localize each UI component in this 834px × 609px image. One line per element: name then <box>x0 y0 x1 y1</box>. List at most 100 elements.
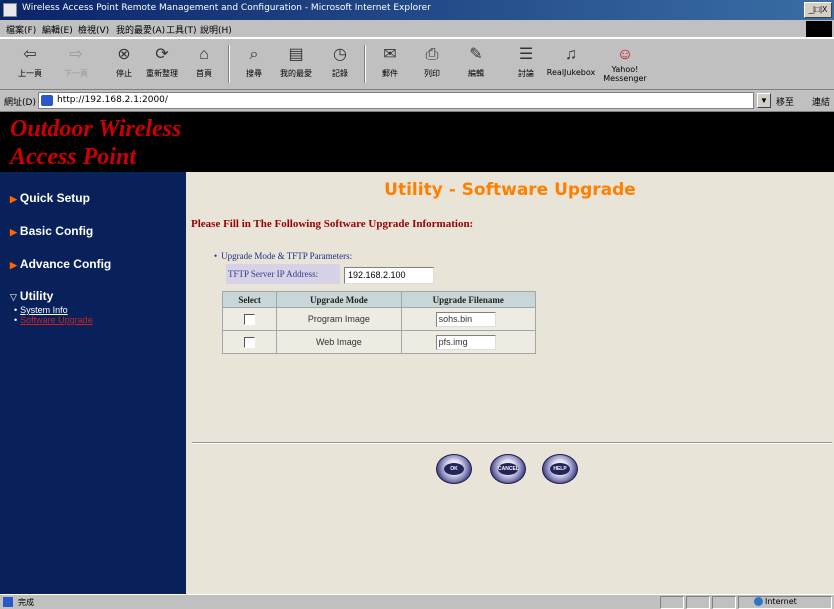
help-button[interactable]: HELP <box>542 454 578 484</box>
bullet-icon: • <box>14 305 18 315</box>
menu-bar: 檔案(F) 編輯(E) 檢視(V) 我的最愛(A) 工具(T) 說明(H) <box>0 20 834 38</box>
address-bar: 網址(D) http://192.168.2.1:2000/ ▼ 移至 連結 <box>0 90 834 112</box>
stop-button[interactable]: ⊗ 停止 <box>104 43 144 87</box>
mail-button[interactable]: ✉ 郵件 <box>370 43 410 87</box>
refresh-icon: ⟳ <box>155 46 169 63</box>
status-bar: 完成 Internet <box>0 594 834 609</box>
discuss-button[interactable]: ☰ 討論 <box>506 43 546 87</box>
windows-logo <box>806 21 832 37</box>
sidebar-item-basic-config[interactable]: ▶ Basic Config <box>10 224 93 238</box>
sidebar-subitem-software-upgrade[interactable]: • Software Upgrade <box>14 315 93 325</box>
menu-tools[interactable]: 工具(T) <box>166 23 197 36</box>
triangle-right-icon: ▶ <box>10 227 17 237</box>
web-image-filename-input[interactable]: pfs.img <box>435 334 496 350</box>
bullet-icon: • <box>14 315 18 325</box>
address-input[interactable]: http://192.168.2.1:2000/ <box>38 92 754 109</box>
menu-view[interactable]: 檢視(V) <box>78 23 109 36</box>
page-done-icon <box>3 597 13 607</box>
triangle-down-icon: ▽ <box>10 292 17 302</box>
forward-arrow-icon: ⇨ <box>69 46 83 63</box>
ie-icon <box>3 3 17 17</box>
toolbar-separator <box>364 45 366 83</box>
status-cell <box>660 596 684 609</box>
page-icon <box>41 95 53 106</box>
toolbar: ⇦ 上一頁 ⇨ 下一頁 ⊗ 停止 ⟳ 重新整理 ⌂ 首頁 ⌕ 搜尋 ▤ 我的最愛 <box>0 38 834 90</box>
tftp-server-label: TFTP Server IP Address: <box>226 264 340 284</box>
window-controls[interactable]: _|□|X <box>804 2 832 18</box>
banner-title-line2: Access Point <box>10 144 136 170</box>
status-cell <box>686 596 710 609</box>
search-button[interactable]: ⌕ 搜尋 <box>234 43 274 87</box>
instructions-text: Please Fill in The Following Software Up… <box>191 218 474 230</box>
main-content: Utility - Software Upgrade Please Fill i… <box>186 172 834 594</box>
sidebar-item-utility[interactable]: ▽ Utility <box>10 289 53 303</box>
upgrade-table: Select Upgrade Mode Upgrade Filename Pro… <box>221 291 537 354</box>
home-icon: ⌂ <box>199 46 209 63</box>
horizontal-divider <box>192 442 832 444</box>
realjukebox-icon: ♫ <box>565 46 577 63</box>
edit-button[interactable]: ✎ 編輯 <box>456 43 496 87</box>
status-text: 完成 <box>18 598 34 607</box>
stop-icon: ⊗ <box>117 46 131 63</box>
links-button[interactable]: 連結 <box>812 95 830 108</box>
program-image-filename-input[interactable]: sohs.bin <box>435 311 496 327</box>
edit-icon: ✎ <box>469 46 483 63</box>
ok-button[interactable]: OK <box>436 454 472 484</box>
status-cell <box>712 596 736 609</box>
back-arrow-icon: ⇦ <box>23 46 37 63</box>
cancel-button[interactable]: CANCEL <box>490 454 526 484</box>
table-row: Program Image sohs.bin <box>221 307 537 331</box>
table-header-row: Select Upgrade Mode Upgrade Filename <box>221 291 537 308</box>
menu-help[interactable]: 說明(H) <box>200 23 232 36</box>
header-banner: Outdoor Wireless Access Point <box>0 112 834 172</box>
menu-favorites[interactable]: 我的最愛(A) <box>116 23 165 36</box>
print-icon: ⎙ <box>425 46 439 63</box>
history-icon: ◷ <box>333 46 347 63</box>
page-title: Utility - Software Upgrade <box>384 180 636 200</box>
forward-button[interactable]: ⇨ 下一頁 <box>56 43 96 87</box>
sidebar-item-advance-config[interactable]: ▶ Advance Config <box>10 257 111 271</box>
go-button[interactable]: 移至 <box>776 95 794 108</box>
yahoo-messenger-button[interactable]: ☺ Yahoo! Messenger <box>600 43 650 87</box>
favorites-button[interactable]: ▤ 我的最愛 <box>276 43 316 87</box>
globe-icon <box>754 597 763 606</box>
favorites-icon: ▤ <box>288 46 304 63</box>
select-web-image-checkbox[interactable] <box>244 336 256 348</box>
history-button[interactable]: ◷ 記錄 <box>320 43 360 87</box>
select-program-image-checkbox[interactable] <box>244 313 256 325</box>
table-row: Web Image pfs.img <box>221 330 537 354</box>
sidebar-subitem-system-info[interactable]: • System Info <box>14 305 68 315</box>
search-icon: ⌕ <box>249 46 259 63</box>
page-viewport: Outdoor Wireless Access Point ▶ Quick Set… <box>0 112 834 594</box>
upgrade-mode-cell: Web Image <box>276 330 402 354</box>
window-title: Wireless Access Point Remote Management … <box>22 3 431 13</box>
menu-edit[interactable]: 編輯(E) <box>42 23 73 36</box>
title-bar: Wireless Access Point Remote Management … <box>0 0 834 20</box>
column-header-upgrade-filename: Upgrade Filename <box>400 291 537 308</box>
sidebar-nav: ▶ Quick Setup ▶ Basic Config ▶ Advance Conf… <box>0 172 186 594</box>
discuss-icon: ☰ <box>518 46 534 63</box>
home-button[interactable]: ⌂ 首頁 <box>184 43 224 87</box>
back-button[interactable]: ⇦ 上一頁 <box>10 43 50 87</box>
toolbar-separator <box>228 45 230 83</box>
security-zone: Internet <box>754 597 797 606</box>
print-button[interactable]: ⎙ 列印 <box>412 43 452 87</box>
refresh-button[interactable]: ⟳ 重新整理 <box>142 43 182 87</box>
column-header-upgrade-mode: Upgrade Mode <box>276 291 402 308</box>
column-header-select: Select <box>221 291 278 308</box>
mail-icon: ✉ <box>383 46 397 63</box>
tftp-server-ip-input[interactable]: 192.168.2.100 <box>344 267 434 284</box>
upgrade-mode-cell: Program Image <box>276 307 402 331</box>
bullet-icon: • <box>214 251 218 261</box>
section-heading: • Upgrade Mode & TFTP Parameters: <box>214 251 353 261</box>
sidebar-item-quick-setup[interactable]: ▶ Quick Setup <box>10 191 90 205</box>
triangle-right-icon: ▶ <box>10 194 17 204</box>
address-label: 網址(D) <box>4 98 36 108</box>
browser-window: Wireless Access Point Remote Management … <box>0 0 834 609</box>
address-dropdown-button[interactable]: ▼ <box>757 93 771 108</box>
yahoo-messenger-icon: ☺ <box>616 46 634 63</box>
triangle-right-icon: ▶ <box>10 260 17 270</box>
banner-title-line1: Outdoor Wireless <box>10 116 182 142</box>
realjukebox-button[interactable]: ♫ RealJukebox <box>546 43 596 87</box>
menu-file[interactable]: 檔案(F) <box>6 23 36 36</box>
